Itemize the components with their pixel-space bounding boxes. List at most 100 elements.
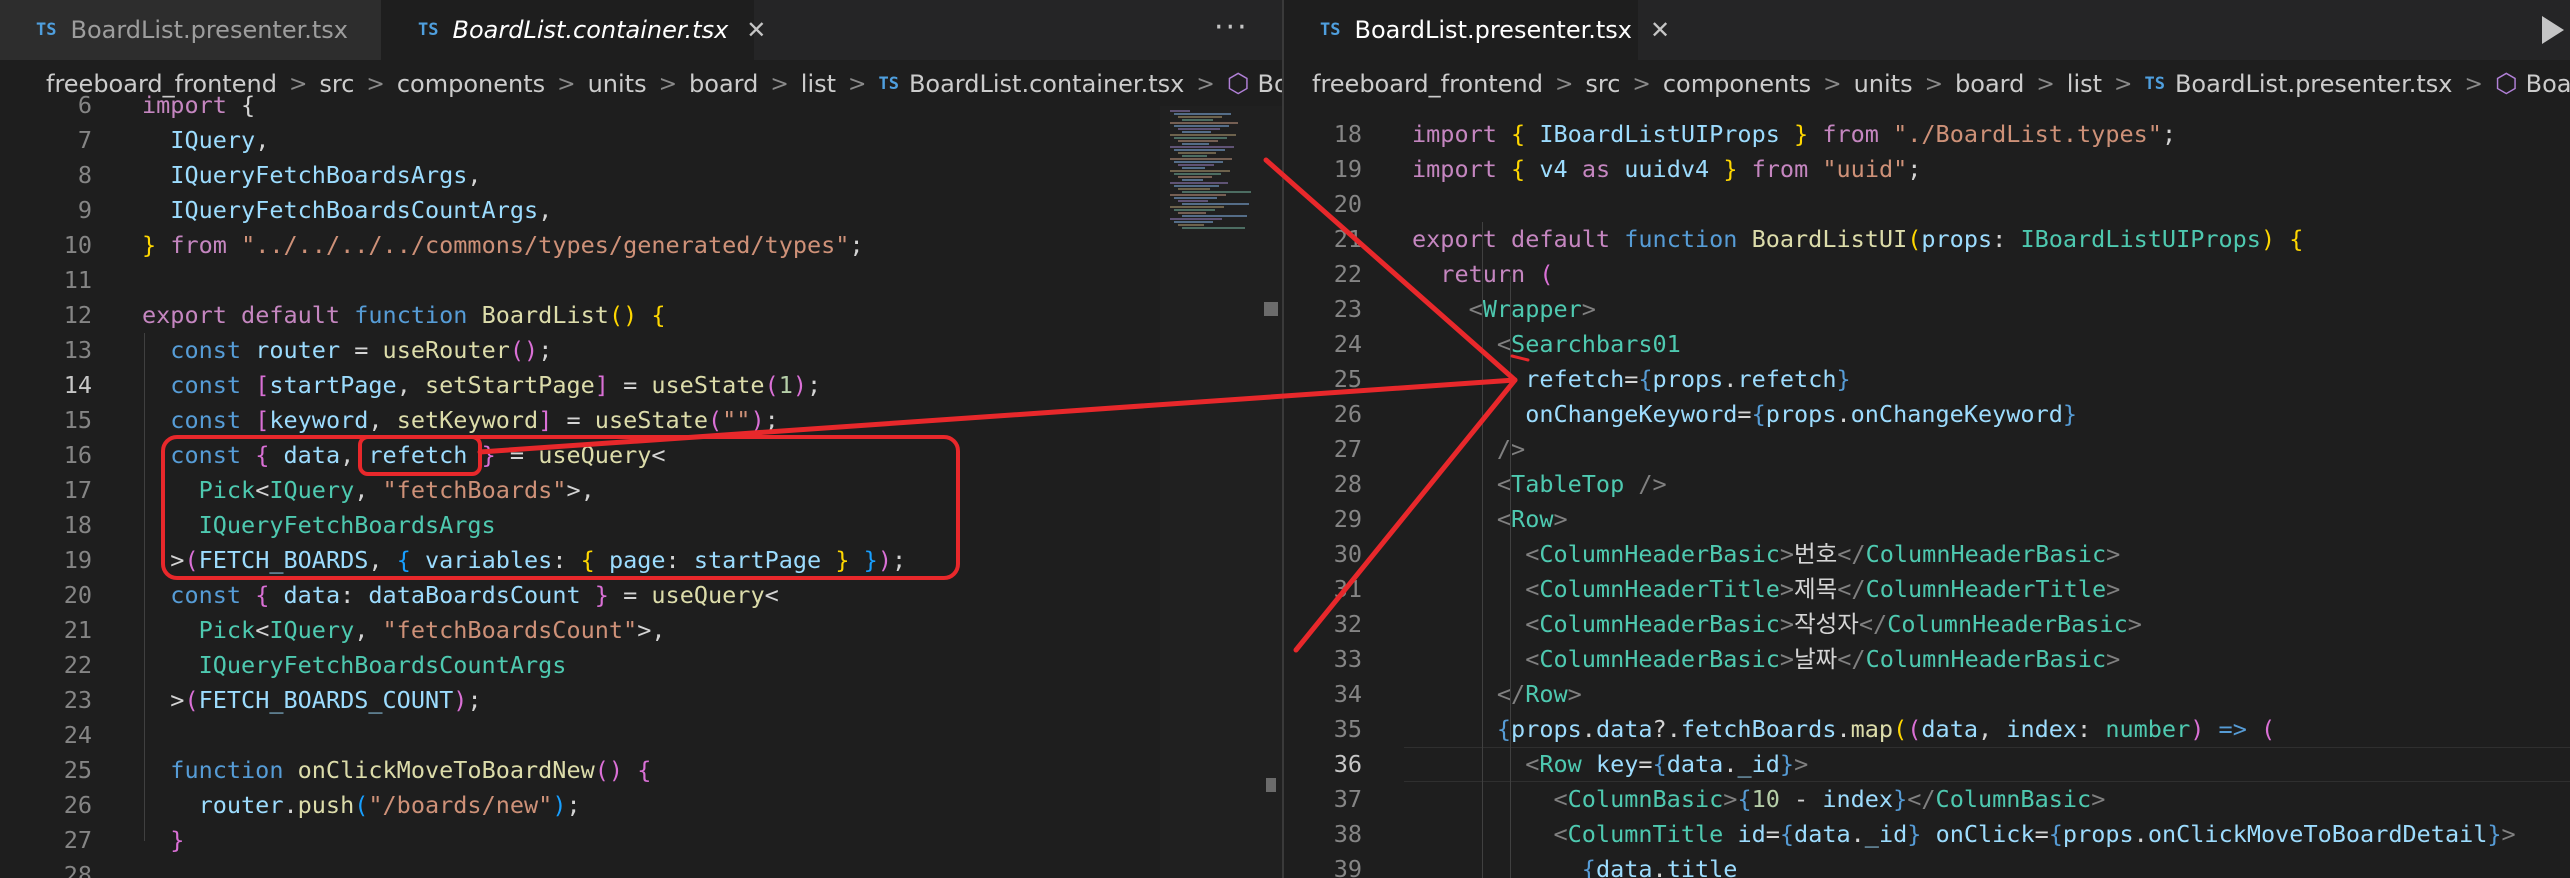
code-line[interactable]: 32 <ColumnHeaderBasic>작성자</ColumnHeaderB… (1284, 607, 2570, 642)
minimap-line (1178, 176, 1212, 178)
code-line[interactable]: 22 return ( (1284, 257, 2570, 292)
line-number: 26 (63, 791, 92, 819)
breadcrumb-file[interactable]: BoardList.presenter.tsx (2175, 70, 2453, 98)
minimap-line (1170, 146, 1234, 148)
code-line[interactable]: 33 <ColumnHeaderBasic>날짜</ColumnHeaderBa… (1284, 642, 2570, 677)
code-line[interactable]: 14 const [startPage, setStartPage] = use… (0, 368, 1282, 403)
code-line[interactable]: 36 <Row key={data._id}> (1284, 747, 2570, 782)
close-icon[interactable]: ✕ (746, 16, 766, 44)
code-text: <ColumnHeaderTitle>제목</ColumnHeaderTitle… (1525, 575, 2121, 603)
code-line[interactable]: 6 import { (0, 88, 1282, 123)
code-editor[interactable]: 18 import { IBoardListUIProps } from "./B… (1284, 106, 2570, 878)
code-line[interactable]: 34 </Row> (1284, 677, 2570, 712)
code-text: <ColumnTitle id={data._id} onClick={prop… (1553, 820, 2516, 848)
minimap-line (1174, 197, 1217, 199)
code-line[interactable]: 11 (0, 263, 1282, 298)
code-line[interactable]: 12 export default function BoardList() { (0, 298, 1282, 333)
code-line[interactable]: 18 import { IBoardListUIProps } from "./B… (1284, 117, 2570, 152)
code-line[interactable]: 25 refetch={props.refetch} (1284, 362, 2570, 397)
code-line[interactable]: 21 export default function BoardListUI(pr… (1284, 222, 2570, 257)
breadcrumb-item[interactable]: units (1854, 70, 1913, 98)
code-line[interactable]: 27 /> (1284, 432, 2570, 467)
code-line[interactable]: 25 function onClickMoveToBoardNew() { (0, 753, 1282, 788)
run-icon[interactable] (2542, 16, 2564, 44)
code-line[interactable]: 10 } from "../../../../commons/types/gene… (0, 228, 1282, 263)
code-line[interactable]: 23 >(FETCH_BOARDS_COUNT); (0, 683, 1282, 718)
code-line[interactable]: 21 Pick<IQuery, "fetchBoardsCount">, (0, 613, 1282, 648)
line-number: 27 (63, 826, 92, 854)
line-number: 13 (63, 336, 92, 364)
code-text: const { data: dataBoardsCount } = useQue… (170, 581, 779, 609)
code-line[interactable]: 18 IQueryFetchBoardsArgs (0, 508, 1282, 543)
code-text: } (170, 826, 185, 854)
code-text: <ColumnHeaderBasic>날짜</ColumnHeaderBasic… (1525, 645, 2121, 673)
line-number: 25 (1333, 365, 1362, 393)
code-line[interactable]: 22 IQueryFetchBoardsCountArgs (0, 648, 1282, 683)
code-line[interactable]: 37 <ColumnBasic>{10 - index}</ColumnBasi… (1284, 782, 2570, 817)
tab-boardlist-presenter[interactable]: TS BoardList.presenter.tsx ✕ (1284, 0, 1670, 60)
code-editor[interactable]: 6 import {7 IQuery, 8 IQueryFetchBoardsArg… (0, 91, 1282, 878)
code-line[interactable]: 26 router.push("/boards/new"); (0, 788, 1282, 823)
typescript-icon: TS (1320, 20, 1341, 40)
minimap-line (1170, 218, 1222, 220)
code-line[interactable]: 31 <ColumnHeaderTitle>제목</ColumnHeaderTi… (1284, 572, 2570, 607)
code-line[interactable]: 7 IQuery, (0, 123, 1282, 158)
code-line[interactable]: 29 <Row> (1284, 502, 2570, 537)
breadcrumb-item[interactable]: list (2067, 70, 2102, 98)
minimap-line (1178, 200, 1208, 202)
code-line[interactable]: 20 (1284, 187, 2570, 222)
code-text: } from "../../../../commons/types/genera… (142, 231, 864, 259)
minimap-line (1170, 206, 1224, 208)
code-line[interactable]: 35 {props.data?.fetchBoards.map((data, i… (1284, 712, 2570, 747)
line-number: 39 (1333, 855, 1362, 878)
breadcrumb-symbol[interactable]: BoardListUI (2526, 70, 2570, 98)
code-line[interactable]: 28 (0, 858, 1282, 878)
code-line[interactable]: 26 onChangeKeyword={props.onChangeKeywor… (1284, 397, 2570, 432)
tab-boardlist-presenter[interactable]: TS BoardList.presenter.tsx (0, 0, 382, 60)
more-actions-icon[interactable]: ··· (1214, 10, 1249, 45)
code-line[interactable]: 38 <ColumnTitle id={data._id} onClick={p… (1284, 817, 2570, 852)
line-number: 34 (1333, 680, 1362, 708)
line-number: 15 (63, 406, 92, 434)
code-line[interactable]: 30 <ColumnHeaderBasic>번호</ColumnHeaderBa… (1284, 537, 2570, 572)
line-number: 28 (63, 861, 92, 878)
line-number: 21 (63, 616, 92, 644)
indent-guide (144, 333, 145, 841)
breadcrumb-item[interactable]: freeboard_frontend (1312, 70, 1543, 98)
code-line[interactable]: 9 IQueryFetchBoardsCountArgs, (0, 193, 1282, 228)
chevron-right-icon: > (1632, 71, 1651, 97)
line-number: 21 (1333, 225, 1362, 253)
code-line[interactable]: 13 const router = useRouter(); (0, 333, 1282, 368)
code-line[interactable]: 39 {data.title (1284, 852, 2570, 878)
code-line[interactable]: 17 Pick<IQuery, "fetchBoards">, (0, 473, 1282, 508)
code-line[interactable]: 20 const { data: dataBoardsCount } = use… (0, 578, 1282, 613)
code-line[interactable]: 27 } (0, 823, 1282, 858)
code-line[interactable]: 19 import { v4 as uuidv4 } from "uuid"; (1284, 152, 2570, 187)
code-line[interactable]: 8 IQueryFetchBoardsArgs, (0, 158, 1282, 193)
left-tab-bar: TS BoardList.presenter.tsx TS BoardList.… (0, 0, 1282, 60)
breadcrumb-item[interactable]: src (1585, 70, 1620, 98)
minimap-line (1174, 137, 1227, 139)
line-number: 10 (63, 231, 92, 259)
code-line[interactable]: 15 const [keyword, setKeyword] = useStat… (0, 403, 1282, 438)
code-text: <Row> (1496, 505, 1568, 533)
breadcrumb-item[interactable]: board (1955, 70, 2024, 98)
scrollbar-marker (1264, 302, 1278, 316)
function-symbol-icon: ⬡ (2494, 69, 2518, 99)
indent-guide (1482, 222, 1483, 878)
code-line[interactable]: 24 <Searchbars01 (1284, 327, 2570, 362)
code-line[interactable]: 23 <Wrapper> (1284, 292, 2570, 327)
code-line[interactable]: 19 >(FETCH_BOARDS, { variables: { page: … (0, 543, 1282, 578)
minimap[interactable] (1160, 106, 1282, 878)
right-editor-pane[interactable]: TS BoardList.presenter.tsx ✕ freeboard_f… (1284, 0, 2570, 878)
code-line[interactable]: 16 const { data, refetch } = useQuery< (0, 438, 1282, 473)
tab-boardlist-container[interactable]: TS BoardList.container.tsx ✕ (382, 0, 766, 60)
left-editor-pane[interactable]: TS BoardList.presenter.tsx TS BoardList.… (0, 0, 1282, 878)
code-text: <ColumnHeaderBasic>작성자</ColumnHeaderBasi… (1525, 610, 2142, 638)
line-number: 9 (77, 196, 92, 224)
breadcrumb-item[interactable]: components (1663, 70, 1811, 98)
typescript-icon: TS (418, 20, 439, 40)
code-line[interactable]: 24 (0, 718, 1282, 753)
close-icon[interactable]: ✕ (1650, 16, 1670, 44)
code-line[interactable]: 28 <TableTop /> (1284, 467, 2570, 502)
